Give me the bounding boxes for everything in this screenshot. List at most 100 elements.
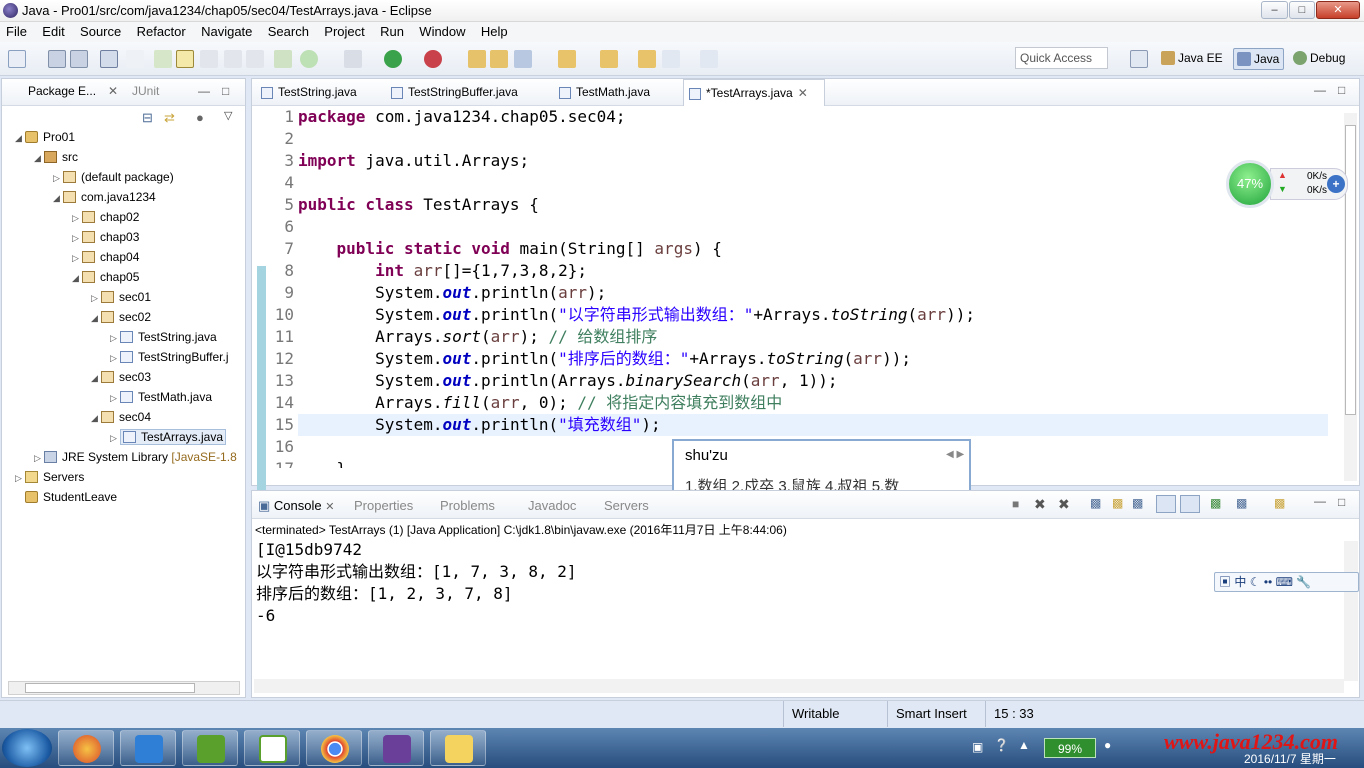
tab-package-explorer[interactable]: Package E... — [28, 84, 96, 98]
show-whitespace-icon[interactable] — [224, 50, 242, 68]
scroll-thumb[interactable] — [25, 683, 195, 693]
open-console-icon[interactable]: ▩ — [1274, 496, 1285, 510]
tab-testmath[interactable]: TestMath.java — [554, 79, 680, 106]
link-editor-icon[interactable]: ⇄ — [164, 110, 175, 126]
code-text[interactable]: package com.java1234.chap05.sec04; impor… — [298, 106, 1328, 468]
menu-refactor[interactable]: Refactor — [131, 22, 192, 42]
tab-console[interactable]: ▣ Console ✕ — [258, 498, 334, 514]
tree-item-chap05[interactable]: ◢ chap05 — [72, 267, 139, 287]
close-icon[interactable]: ✕ — [798, 86, 808, 100]
next-annotation-icon[interactable] — [558, 50, 576, 68]
start-button[interactable] — [2, 729, 52, 767]
menu-search[interactable]: Search — [262, 22, 315, 42]
ime-mode[interactable]: 中 — [1234, 575, 1246, 589]
tree-item-teststring-java[interactable]: ▷ TestString.java — [110, 327, 217, 347]
minimize-view-icon[interactable]: — — [1314, 83, 1326, 97]
taskbar-app-word[interactable] — [120, 730, 176, 766]
view-menu-icon[interactable]: ▽ — [224, 109, 232, 122]
tree-item-chap02[interactable]: ▷ chap02 — [72, 207, 139, 227]
tab-teststring[interactable]: TestString.java — [256, 79, 380, 106]
settings-icon[interactable] — [344, 50, 362, 68]
external-tools-icon[interactable] — [424, 50, 442, 68]
close-icon[interactable]: ✕ — [325, 501, 334, 513]
word-wrap-icon[interactable]: ▩ — [1132, 496, 1143, 510]
skip-breakpoints-icon[interactable] — [126, 50, 144, 68]
menu-navigate[interactable]: Navigate — [195, 22, 258, 42]
remove-all-icon[interactable]: ✖ — [1058, 496, 1070, 513]
tab-junit[interactable]: JUnit — [132, 84, 159, 98]
taskbar-app-camtasia-player[interactable] — [244, 730, 300, 766]
scroll-lock-icon[interactable]: ▩ — [1112, 496, 1123, 510]
tab-problems[interactable]: Problems — [440, 498, 495, 513]
tree-item-sec02[interactable]: ◢ sec02 — [91, 307, 151, 327]
power-icon[interactable]: ● — [1104, 738, 1111, 752]
maximize-view-icon[interactable]: □ — [222, 84, 229, 98]
menu-project[interactable]: Project — [318, 22, 370, 42]
tree-item-chap03[interactable]: ▷ chap03 — [72, 227, 139, 247]
taskbar-app-camtasia[interactable] — [182, 730, 238, 766]
mark-occurrences-icon[interactable] — [176, 50, 194, 68]
tree-item-sec01[interactable]: ▷ sec01 — [91, 287, 151, 307]
close-icon[interactable]: ✕ — [108, 84, 118, 98]
new-package-icon[interactable] — [468, 50, 486, 68]
collapse-all-icon[interactable]: ⊟ — [142, 110, 153, 126]
tree-item-sec03[interactable]: ◢ sec03 — [91, 367, 151, 387]
menu-edit[interactable]: Edit — [36, 22, 70, 42]
tree-item-src[interactable]: ◢ src — [34, 147, 78, 167]
console-horizontal-scrollbar[interactable] — [254, 679, 1344, 693]
last-edit-icon[interactable] — [638, 50, 656, 68]
tree-item-testmath-java[interactable]: ▷ TestMath.java — [110, 387, 212, 407]
memory-gauge[interactable]: 47% — [1226, 160, 1274, 208]
menu-run[interactable]: Run — [374, 22, 410, 42]
filter-icon[interactable]: ● — [196, 110, 204, 125]
ime-language-bar[interactable]: ▣ 中 ☾ •• ⌨ 🔧 — [1214, 572, 1359, 592]
pin-console-icon[interactable]: ▩ — [1210, 496, 1221, 510]
refresh-icon[interactable] — [300, 50, 318, 68]
tab-servers[interactable]: Servers — [604, 498, 649, 513]
menu-window[interactable]: Window — [413, 22, 471, 42]
menu-help[interactable]: Help — [475, 22, 514, 42]
tree-item-default-package[interactable]: ▷ (default package) — [53, 167, 174, 187]
horizontal-scrollbar[interactable] — [8, 681, 240, 695]
tree-item-teststringbuffer-java[interactable]: ▷ TestStringBuffer.j — [110, 347, 229, 367]
save-icon[interactable] — [48, 50, 66, 68]
save-all-icon[interactable] — [70, 50, 88, 68]
tree-item-chap04[interactable]: ▷ chap04 — [72, 247, 139, 267]
page-arrows-icon[interactable]: ◀ ▶ — [946, 449, 964, 460]
close-button[interactable]: ✕ — [1316, 1, 1360, 19]
run-icon[interactable] — [384, 50, 402, 68]
perspective-java-ee[interactable]: Java EE — [1158, 48, 1227, 70]
tree-item-servers[interactable]: ▷ Servers — [15, 467, 84, 487]
show-on-error-icon[interactable] — [1180, 495, 1200, 513]
menu-source[interactable]: Source — [74, 22, 127, 42]
minimize-view-icon[interactable]: — — [198, 84, 210, 98]
tab-teststringbuffer[interactable]: TestStringBuffer.java — [386, 79, 554, 106]
maximize-view-icon[interactable]: □ — [1338, 495, 1345, 509]
pilcrow-icon[interactable] — [246, 50, 264, 68]
terminal-icon[interactable] — [100, 50, 118, 68]
debug-icon[interactable] — [274, 50, 292, 68]
tab-testarrays[interactable]: *TestArrays.java ✕ — [683, 79, 825, 106]
menu-file[interactable]: File — [0, 22, 33, 42]
quick-access-input[interactable]: Quick Access — [1015, 47, 1108, 69]
taskbar-app-chrome[interactable] — [306, 730, 362, 766]
toggle-block-icon[interactable] — [200, 50, 218, 68]
clock-date[interactable]: 2016/11/7 星期一 — [1244, 750, 1336, 767]
maximize-view-icon[interactable]: □ — [1338, 83, 1345, 97]
new-icon[interactable] — [8, 50, 26, 68]
console-vertical-scrollbar[interactable] — [1344, 541, 1358, 681]
prev-annotation-icon[interactable] — [600, 50, 618, 68]
plus-icon[interactable]: + — [1327, 175, 1345, 193]
perspective-java[interactable]: Java — [1233, 48, 1285, 70]
taskbar-app-eclipse[interactable] — [368, 730, 424, 766]
tab-javadoc[interactable]: Javadoc — [528, 498, 576, 513]
taskbar-app-help[interactable] — [430, 730, 486, 766]
show-on-output-icon[interactable] — [1156, 495, 1176, 513]
help-tray-icon[interactable]: ❔ — [994, 738, 1009, 752]
clear-console-icon[interactable]: ▩ — [1090, 496, 1101, 510]
terminate-icon[interactable]: ■ — [1012, 497, 1019, 511]
remove-launch-icon[interactable]: ✖ — [1034, 496, 1046, 513]
tab-properties[interactable]: Properties — [354, 498, 413, 513]
open-folder-icon[interactable] — [490, 50, 508, 68]
open-perspective-icon[interactable] — [1130, 50, 1148, 68]
